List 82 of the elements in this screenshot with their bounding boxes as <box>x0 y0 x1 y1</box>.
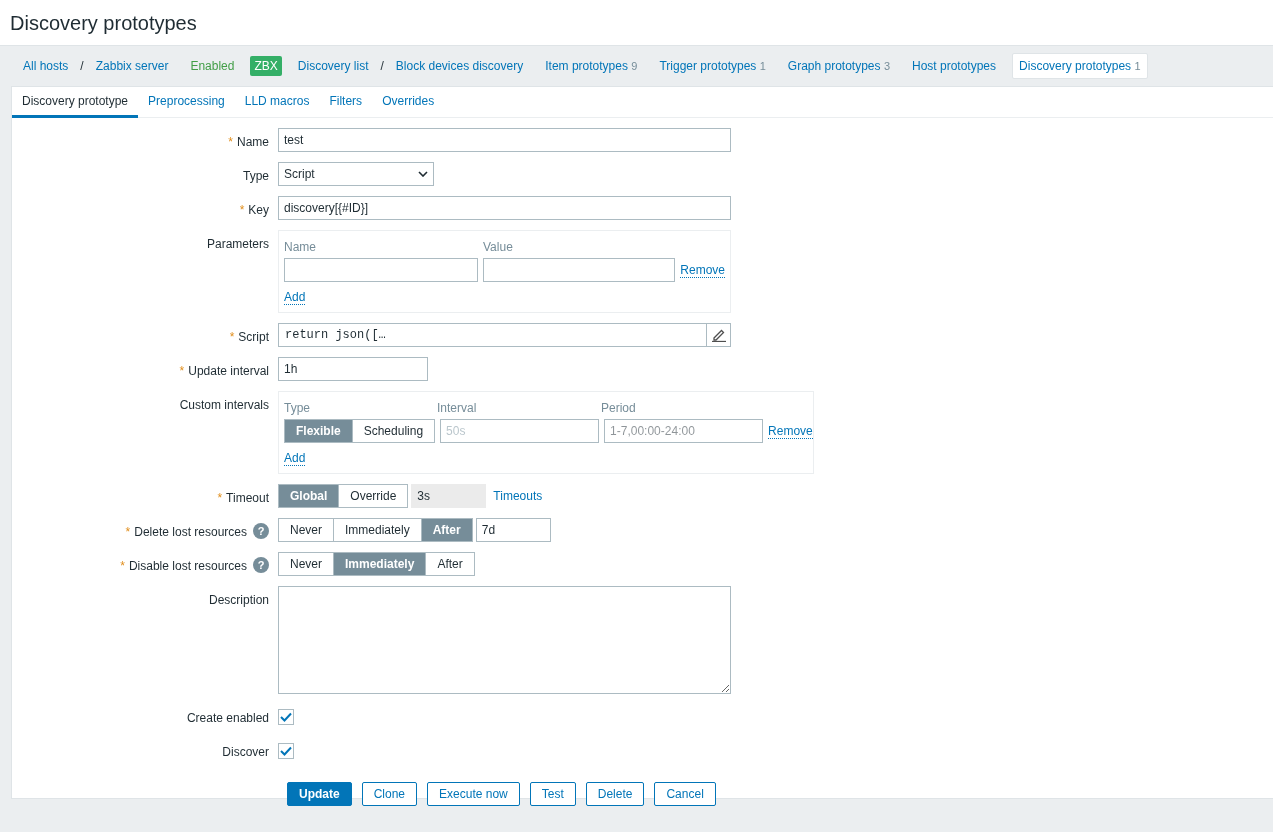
required-mark: * <box>217 490 223 507</box>
breadcrumb-link[interactable]: Discovery list <box>291 53 375 79</box>
required-mark: * <box>229 329 235 346</box>
page-title: Discovery prototypes <box>10 10 197 36</box>
action-button[interactable]: Delete <box>585 782 645 806</box>
field-label: Description <box>208 592 269 609</box>
field-label: Create enabled <box>186 710 269 727</box>
action-button[interactable]: Execute now <box>427 782 520 806</box>
tab[interactable]: Overrides <box>372 87 445 118</box>
breadcrumb-link[interactable]: Discovery prototypes 1 <box>1012 53 1148 79</box>
action-button[interactable]: Clone <box>361 782 418 806</box>
parameter-value-field[interactable] <box>482 258 676 282</box>
field-label: Type <box>243 168 269 185</box>
edit-icon[interactable] <box>711 328 726 342</box>
segment-option[interactable]: Never <box>278 518 334 542</box>
column-header: Interval <box>437 400 478 417</box>
duration-field[interactable]: 7d <box>475 518 551 542</box>
field-label: Discover <box>222 744 269 761</box>
status-text: Enabled <box>189 58 236 75</box>
required-mark: * <box>179 363 185 380</box>
column-header: Type <box>284 400 311 417</box>
help-icon[interactable]: ? <box>253 523 269 539</box>
breadcrumb-separator: / <box>80 58 84 75</box>
breadcrumb-separator: / <box>380 58 384 75</box>
required-mark: * <box>228 134 233 151</box>
breadcrumb-link[interactable]: Graph prototypes 3 <box>781 53 896 79</box>
column-header: Name <box>284 239 317 256</box>
segment-option[interactable]: Override <box>338 484 409 508</box>
breadcrumb-link[interactable]: Item prototypes 9 <box>539 53 644 79</box>
interval-field[interactable]: 50s <box>440 419 600 443</box>
description-field[interactable] <box>278 586 731 694</box>
segment-option[interactable]: Immediately <box>333 518 422 542</box>
segment-option[interactable]: After <box>420 518 473 542</box>
type-dropdown[interactable]: Script <box>278 162 434 186</box>
text-field[interactable]: test <box>278 128 731 152</box>
field-label: Timeout <box>226 490 269 507</box>
chevron-down-icon <box>418 171 428 177</box>
breadcrumb-link[interactable]: Zabbix server <box>89 53 175 79</box>
action-button[interactable]: Test <box>529 782 576 806</box>
field-label: Update interval <box>188 363 269 380</box>
field-label: Parameters <box>206 236 269 253</box>
breadcrumb-link[interactable]: Trigger prototypes 1 <box>653 53 772 79</box>
segment-option[interactable]: Global <box>278 484 340 508</box>
breadcrumb-link[interactable]: Host prototypes <box>906 53 1003 79</box>
segment-option[interactable]: Flexible <box>284 419 353 443</box>
tab[interactable]: Discovery prototype <box>12 87 139 118</box>
checkbox[interactable] <box>278 743 294 759</box>
add-link[interactable]: Add <box>284 451 306 466</box>
zbx-badge: ZBX <box>250 56 282 76</box>
field-label: Key <box>248 202 269 219</box>
column-header: Period <box>601 400 636 417</box>
required-mark: * <box>239 202 245 219</box>
tab[interactable]: LLD macros <box>234 87 320 118</box>
timeouts-link[interactable]: Timeouts <box>493 487 543 505</box>
required-mark: * <box>120 558 125 575</box>
field-label: Name <box>237 134 269 151</box>
breadcrumb-link[interactable]: Block devices discovery <box>389 53 530 79</box>
remove-link[interactable]: Remove <box>680 262 725 278</box>
text-field[interactable]: 1h <box>278 357 428 381</box>
checkbox[interactable] <box>278 709 294 725</box>
field-label: Script <box>238 329 269 346</box>
field-label: Custom intervals <box>179 397 269 414</box>
action-button[interactable]: Cancel <box>654 782 716 806</box>
script-field[interactable]: return json([… <box>278 323 731 347</box>
field-label: Disable lost resources <box>128 558 247 575</box>
segment-option[interactable]: Never <box>278 552 334 576</box>
column-header: Value <box>483 239 513 256</box>
tab[interactable]: Preprocessing <box>138 87 235 118</box>
action-button[interactable]: Update <box>287 782 352 806</box>
add-link[interactable]: Add <box>284 290 306 305</box>
parameter-name-field[interactable] <box>284 258 478 282</box>
segment-option[interactable]: Immediately <box>333 552 427 576</box>
text-field[interactable]: discovery[{#ID}] <box>278 196 731 220</box>
segment-option[interactable]: Scheduling <box>351 419 436 443</box>
period-field[interactable]: 1-7,00:00-24:00 <box>604 419 764 443</box>
field-label: Delete lost resources <box>134 524 247 541</box>
tab[interactable]: Filters <box>319 87 373 118</box>
remove-link[interactable]: Remove <box>768 423 813 439</box>
breadcrumb-link[interactable]: All hosts <box>17 53 75 79</box>
help-icon[interactable]: ? <box>253 557 269 573</box>
segment-option[interactable]: After <box>425 552 475 576</box>
required-mark: * <box>125 524 131 541</box>
